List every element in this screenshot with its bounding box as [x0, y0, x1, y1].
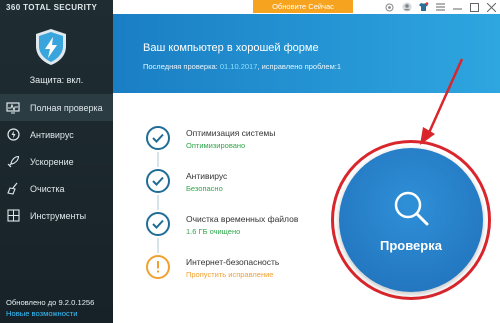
- rocket-icon: [0, 155, 26, 168]
- search-icon: [394, 191, 429, 225]
- sidebar-item-tools[interactable]: Инструменты: [0, 202, 113, 229]
- protection-status: Защита: вкл.: [29, 75, 84, 85]
- sidebar-item-label: Инструменты: [30, 210, 87, 221]
- app-brand: 360 TOTAL SECURITY: [6, 3, 98, 12]
- connector-line: [157, 238, 159, 253]
- sidebar-item-speedup[interactable]: Ускорение: [0, 148, 113, 175]
- status-title: Очистка временных файлов: [186, 214, 299, 224]
- last-check-date: 01.10.2017: [219, 62, 258, 71]
- whats-new-link[interactable]: Новые возможности: [6, 308, 94, 319]
- status-title: Оптимизация системы: [186, 128, 276, 138]
- sidebar-item-label: Антивирус: [30, 129, 74, 140]
- bolt-icon: [0, 128, 26, 141]
- minimize-icon[interactable]: [449, 3, 466, 11]
- banner-title: Ваш компьютер в хорошей форме: [143, 42, 319, 54]
- warning-icon: [146, 255, 170, 279]
- version-text: Обновлено до 9.2.0.1256: [6, 298, 95, 307]
- user-icon[interactable]: [398, 2, 415, 12]
- sidebar-item-label: Очистка: [30, 183, 65, 194]
- monitor-icon: [0, 101, 26, 114]
- close-icon[interactable]: [483, 2, 500, 12]
- maximize-icon[interactable]: [466, 2, 483, 12]
- status-state: Безопасно: [186, 184, 223, 193]
- badge-icon[interactable]: [381, 3, 398, 12]
- sidebar: 360 TOTAL SECURITY Защита: вкл. Полная п…: [0, 0, 113, 323]
- shirt-icon[interactable]: [415, 2, 432, 12]
- connector-line: [157, 195, 159, 210]
- last-check: Последняя проверка: 01.10.2017, исправле…: [143, 62, 341, 71]
- check-icon: [146, 212, 170, 236]
- check-icon: [146, 169, 170, 193]
- sidebar-item-antivirus[interactable]: Антивирус: [0, 121, 113, 148]
- title-bar: Обновите Сейчас: [113, 0, 500, 14]
- scan-button-label: Проверка: [380, 237, 442, 253]
- sidebar-item-label: Полная проверка: [30, 102, 103, 113]
- last-check-suffix: , исправлено проблем:1: [257, 62, 341, 71]
- sidebar-item-label: Ускорение: [30, 156, 74, 167]
- broom-icon: [0, 182, 26, 195]
- sidebar-item-cleanup[interactable]: Очистка: [0, 175, 113, 202]
- sidebar-menu: Полная проверка Антивирус Ускорение Очис…: [0, 94, 113, 229]
- sidebar-item-full-scan[interactable]: Полная проверка: [0, 94, 113, 121]
- status-state: Оптимизировано: [186, 141, 246, 150]
- check-icon: [146, 126, 170, 150]
- window-controls: [381, 0, 500, 14]
- shield-icon: [34, 28, 68, 66]
- grid-icon: [0, 209, 26, 222]
- status-state: 1.6 ГБ очищено: [186, 227, 241, 236]
- connector-line: [157, 152, 159, 167]
- scan-button[interactable]: Проверка: [339, 148, 483, 292]
- sidebar-footer: Обновлено до 9.2.0.1256 Новые возможност…: [6, 297, 94, 319]
- status-title: Антивирус: [186, 171, 228, 181]
- menu-icon[interactable]: [432, 3, 449, 11]
- skip-fix-link[interactable]: Пропустить исправление: [186, 270, 273, 279]
- last-check-prefix: Последняя проверка:: [143, 62, 218, 71]
- update-now-button[interactable]: Обновите Сейчас: [253, 0, 353, 13]
- status-title: Интернет-безопасность: [186, 257, 280, 267]
